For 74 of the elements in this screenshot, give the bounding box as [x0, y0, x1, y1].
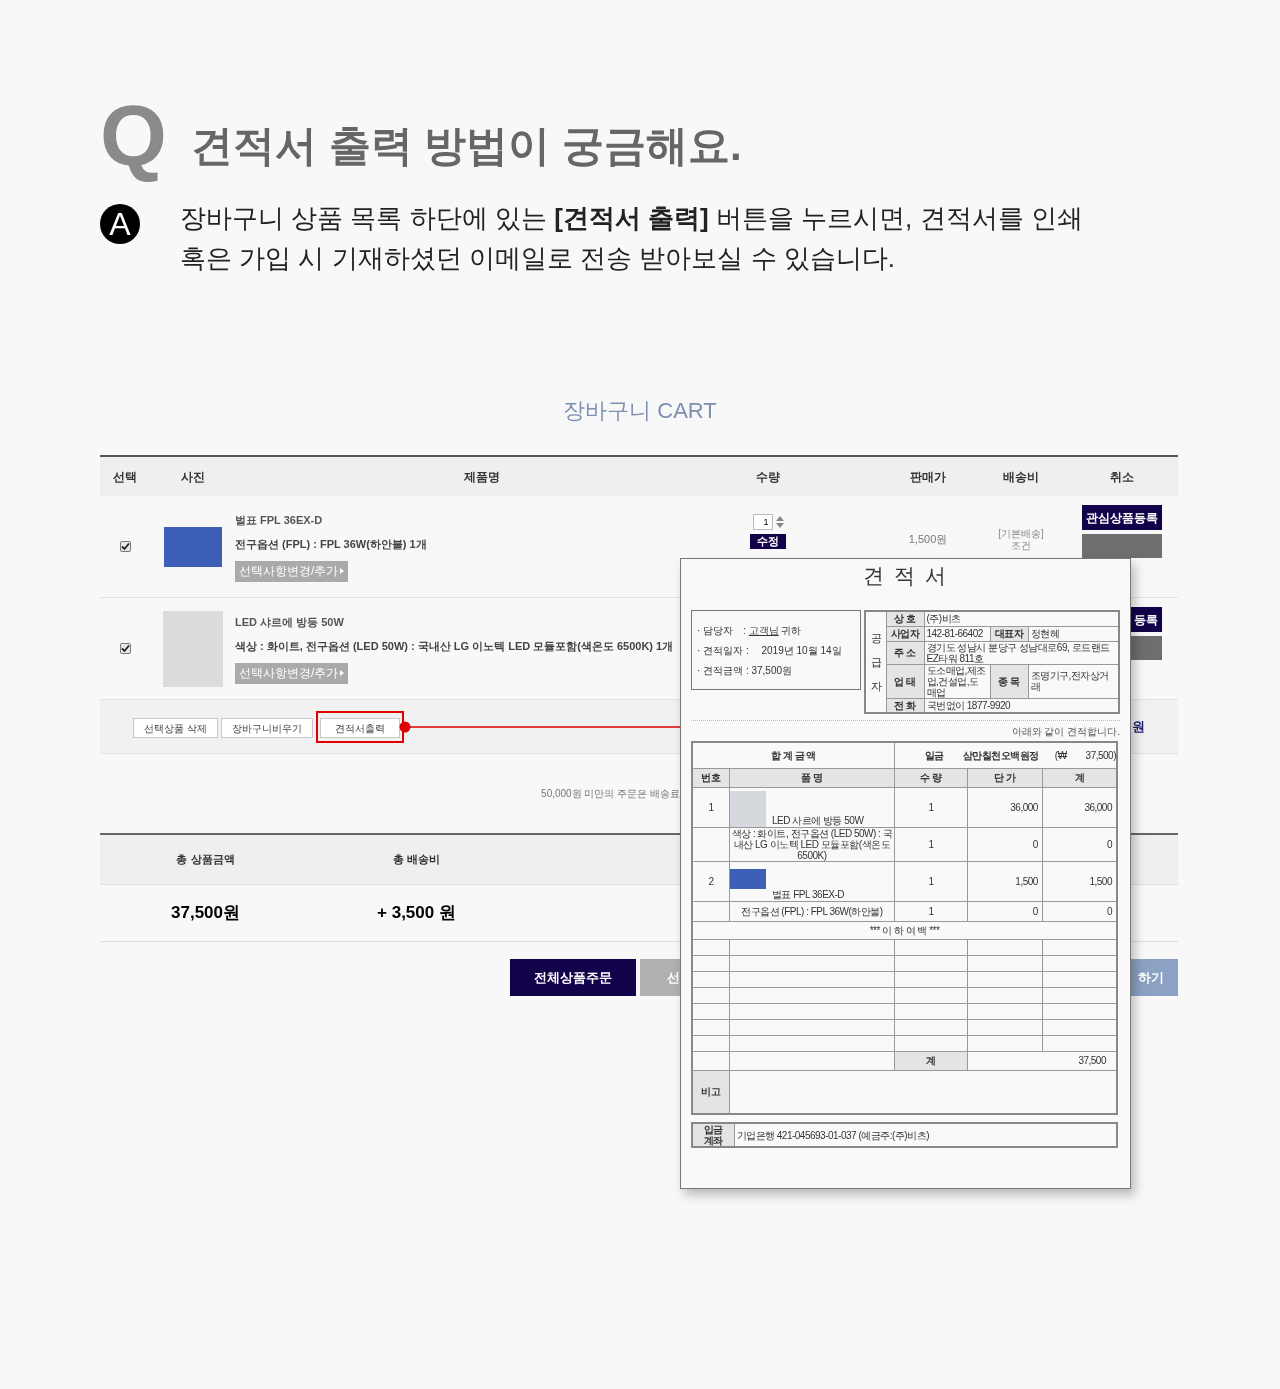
table-cell: 0: [967, 901, 1043, 921]
product-option: 전구옵션 (FPL) : FPL 36W(하안불) 1개: [235, 536, 427, 553]
shipping-text: 조건: [1011, 539, 1031, 552]
column-header: 수 량: [894, 768, 968, 787]
table-cell: 36,000: [967, 787, 1043, 827]
table-cell: 경기도 성남시 분당구 성남대로69, 로드랜드 EZ타워 811호: [924, 641, 1119, 664]
table-cell: 1: [894, 901, 968, 921]
shipping-text: [기본배송]: [998, 527, 1044, 540]
cart-title: 장바구니 CART: [562, 397, 718, 425]
table-cell: 정현혜: [1028, 626, 1119, 641]
item-name: LED 사르에 방등 50W: [772, 814, 864, 827]
total-figure: (₩ 37,500): [1054, 749, 1116, 761]
quote-note: 아래와 같이 견적합니다.: [1011, 724, 1120, 739]
shipping-notice: 50,000원 미만의 주문은 배송료: [541, 787, 680, 801]
table-cell: 도소매업,제조업,건설업,도매업: [924, 664, 990, 698]
summary-header: 총 상품금액: [175, 852, 236, 868]
table-cell: 2: [692, 861, 730, 901]
column-header: 품 명: [729, 768, 895, 787]
checkbox[interactable]: [119, 541, 131, 552]
summary-value: + 3,500 원: [376, 902, 457, 925]
order-button[interactable]: 전체상품주문: [510, 959, 636, 996]
quote-info-line: · 견적금액 : 37,500원: [697, 664, 794, 678]
quote-info-line: · 담당자 : 고객님 귀하: [697, 624, 803, 638]
wishlist-button[interactable]: 관심상품등록: [1082, 505, 1162, 530]
table-cell: 입금 계좌: [692, 1123, 734, 1147]
column-header: 취소: [1109, 468, 1135, 486]
photo-placeholder: [163, 526, 222, 567]
column-header: 사진: [179, 468, 206, 486]
table-cell: 색상 : 화이트, 전구옵션 (LED 50W) : 국내산 LG 이노텍 LED 모듈포함(색온도 6500K): [729, 827, 895, 861]
answer-mark: A: [100, 204, 140, 244]
product-name[interactable]: LED 샤르에 방등 50W: [235, 613, 344, 630]
action-button[interactable]: 선택상품 삭제: [133, 718, 218, 738]
column-header: 판매가: [909, 468, 947, 486]
action-button[interactable]: 장바구니비우기: [220, 718, 313, 738]
total-words: 일금 삼만칠천오백원정: [924, 749, 1039, 761]
column-header: 선택: [112, 468, 138, 486]
column-header: 제품명: [463, 468, 501, 486]
table-cell: 상 호: [886, 611, 924, 626]
column-header: 번호: [692, 768, 730, 787]
question-title: 견적서 출력 방법이 궁금해요.: [190, 121, 742, 171]
table-cell: 전구옵션 (FPL) : FPL 36W(하안불): [729, 901, 895, 921]
table-cell: 1: [894, 861, 968, 901]
item-name: 벌표 FPL 36EX-D: [772, 888, 845, 901]
summary-header: 총 배송비: [391, 852, 442, 868]
table-cell: 142-81-66402: [924, 626, 990, 641]
table-cell: 0: [967, 827, 1043, 861]
caret-icon: [340, 670, 345, 676]
checkbox[interactable]: [119, 643, 131, 654]
price-text: 1,500원: [908, 532, 948, 548]
caret-icon: [340, 568, 345, 574]
table-cell: 1: [692, 787, 730, 827]
column-header: 수량: [755, 468, 781, 486]
quote-title: 견 적 서: [862, 563, 949, 589]
table-cell: 1,500: [967, 861, 1043, 901]
action-button[interactable]: 견적서출력: [319, 718, 400, 738]
total-amount: 원: [1132, 717, 1145, 736]
quote-info-line: · 견적일자 : 2019년 10월 14일: [697, 644, 843, 658]
supplier-label: 공급자: [870, 631, 882, 694]
update-button[interactable]: 수정: [750, 534, 786, 549]
table-cell: 1: [894, 787, 968, 827]
table-cell: 합 계 금 액: [692, 742, 895, 768]
product-option: 색상 : 화이트, 전구옵션 (LED 50W) : 국내산 LG 이노텍 LED 모듈포함(색온도 6500K) 1개: [235, 638, 674, 655]
table-cell: 비고: [692, 1070, 730, 1114]
table-cell: 1: [894, 827, 968, 861]
answer-text: 장바구니 상품 목록 하단에 있는 [견적서 출력] 버튼을 누르시면, 견적서를 인쇄 혹은 가입 시 기재하셨던 이메일로 전송 받아보실 수 있습니다.: [180, 202, 1084, 275]
photo-placeholder: [730, 868, 766, 889]
column-header: 단 가: [967, 768, 1043, 787]
quantity-field[interactable]: 1: [752, 514, 773, 530]
summary-value: 37,500원: [170, 902, 241, 925]
product-name[interactable]: 벌표 FPL 36EX-D: [235, 511, 323, 528]
column-header: 배송비: [1002, 468, 1040, 486]
photo-placeholder: [730, 790, 766, 827]
table-cell: (주)비츠: [924, 611, 1119, 626]
spinner-icon[interactable]: [775, 516, 784, 528]
